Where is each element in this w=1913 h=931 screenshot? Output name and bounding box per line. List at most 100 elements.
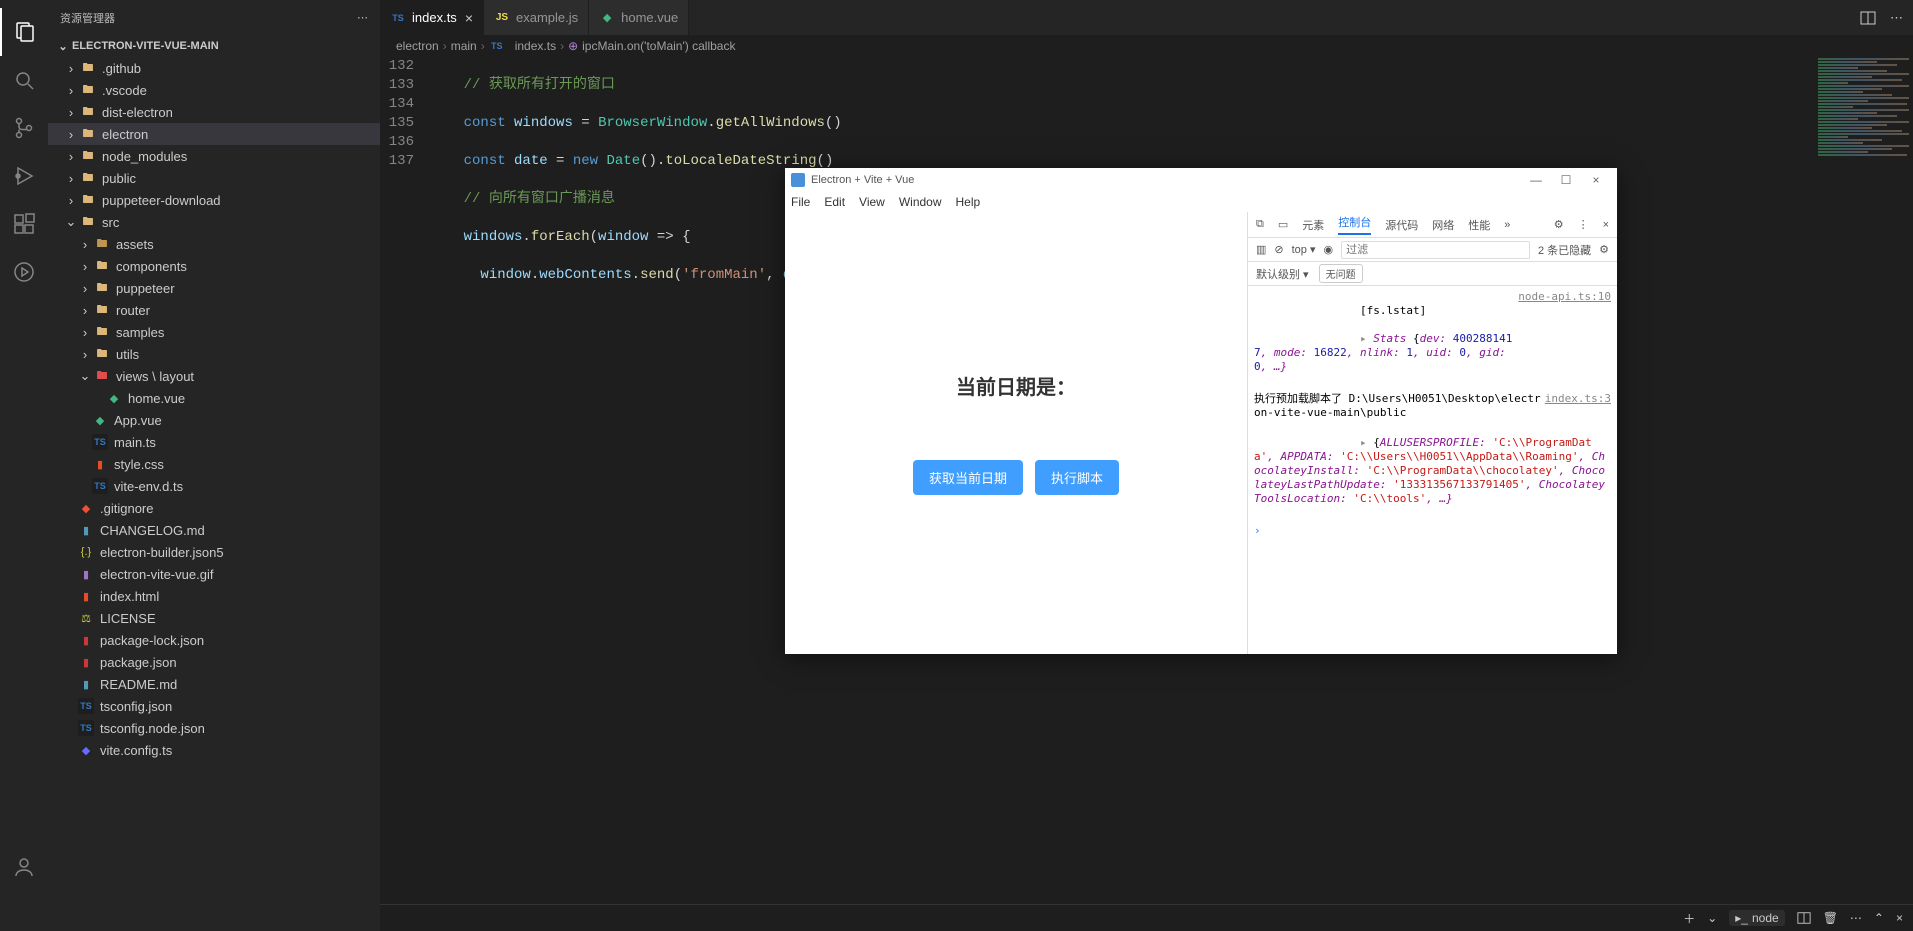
menu-view[interactable]: View	[859, 195, 885, 209]
file-tsconfig[interactable]: TStsconfig.json	[48, 695, 380, 717]
app-heading: 当前日期是：	[956, 371, 1076, 400]
project-name[interactable]: ⌄ELECTRON-VITE-VUE-MAIN	[48, 35, 380, 57]
file-home-vue[interactable]: ◆home.vue	[48, 387, 380, 409]
maximize-icon[interactable]: ⌃	[1874, 911, 1884, 925]
devtools-more-tabs-icon[interactable]: »	[1504, 219, 1510, 231]
search-icon[interactable]	[0, 56, 48, 104]
menu-edit[interactable]: Edit	[824, 195, 845, 209]
menu-file[interactable]: File	[791, 195, 810, 209]
file-changelog[interactable]: ▮CHANGELOG.md	[48, 519, 380, 541]
electron-app-window: Electron + Vite + Vue — ☐ × File Edit Vi…	[785, 168, 1617, 654]
file-vite-vue-gif[interactable]: ▮electron-vite-vue.gif	[48, 563, 380, 585]
log-level-selector[interactable]: 默认级别 ▾	[1256, 266, 1309, 282]
close-icon[interactable]: ×	[1581, 173, 1611, 187]
devtools-tab-sources[interactable]: 源代码	[1385, 217, 1418, 233]
folder-assets[interactable]: ›🖿assets	[48, 233, 380, 255]
file-package-json[interactable]: ▮package.json	[48, 651, 380, 673]
folder-puppeteer[interactable]: ›🖿puppeteer	[48, 277, 380, 299]
folder-components[interactable]: ›🖿components	[48, 255, 380, 277]
console-output[interactable]: [fs.lstat] ▸ Stats {dev: 4002881417, mod…	[1248, 286, 1617, 654]
context-selector[interactable]: top ▾	[1292, 243, 1316, 256]
more-icon[interactable]: ⋯	[1890, 10, 1903, 26]
account-icon[interactable]	[0, 843, 48, 891]
source-link[interactable]: node-api.ts:10	[1518, 290, 1611, 388]
new-terminal-icon[interactable]: ＋	[1683, 910, 1695, 927]
devtools-tab-console[interactable]: 控制台	[1338, 214, 1371, 235]
devtools-menu-icon[interactable]: ⋮	[1578, 218, 1589, 231]
minimize-icon[interactable]: —	[1521, 173, 1551, 187]
folder-views-layout[interactable]: ⌄🖿views \ layout	[48, 365, 380, 387]
folder-samples[interactable]: ›🖿samples	[48, 321, 380, 343]
folder-puppeteer-download[interactable]: ›🖿puppeteer-download	[48, 189, 380, 211]
sidebar-toggle-icon[interactable]: ▥	[1256, 243, 1266, 256]
split-terminal-icon[interactable]	[1797, 911, 1811, 925]
breadcrumb[interactable]: electron› main› TSindex.ts› ⊕ ipcMain.on…	[380, 35, 1913, 57]
source-control-icon[interactable]	[0, 104, 48, 152]
file-style-css[interactable]: ▮style.css	[48, 453, 380, 475]
explorer-icon[interactable]	[0, 8, 48, 56]
split-editor-icon[interactable]	[1860, 10, 1876, 26]
app-icon	[791, 173, 805, 187]
app-titlebar[interactable]: Electron + Vite + Vue — ☐ ×	[785, 168, 1617, 192]
file-index-html[interactable]: ▮index.html	[48, 585, 380, 607]
settings-gear-icon[interactable]	[0, 891, 48, 931]
file-builder-json5[interactable]: {.}electron-builder.json5	[48, 541, 380, 563]
file-main-ts[interactable]: TSmain.ts	[48, 431, 380, 453]
sidebar-more-icon[interactable]: ⋯	[357, 11, 368, 24]
minimap[interactable]	[1813, 57, 1913, 432]
folder-dist-electron[interactable]: ›🖿dist-electron	[48, 101, 380, 123]
sidebar: 资源管理器 ⋯ ⌄ELECTRON-VITE-VUE-MAIN ›🖿.githu…	[48, 0, 380, 931]
device-icon[interactable]: ▭	[1278, 218, 1288, 231]
file-tsconfig-node[interactable]: TStsconfig.node.json	[48, 717, 380, 739]
menu-window[interactable]: Window	[899, 195, 942, 209]
file-package-lock[interactable]: ▮package-lock.json	[48, 629, 380, 651]
terminal-label[interactable]: ▸_node	[1729, 910, 1784, 926]
folder-src[interactable]: ⌄🖿src	[48, 211, 380, 233]
folder-github[interactable]: ›🖿.github	[48, 57, 380, 79]
close-panel-icon[interactable]: ×	[1896, 911, 1903, 925]
file-app-vue[interactable]: ◆App.vue	[48, 409, 380, 431]
extra-icon[interactable]	[0, 248, 48, 296]
console-filter-input[interactable]	[1341, 241, 1530, 259]
hidden-messages[interactable]: 2 条已隐藏	[1538, 242, 1591, 258]
get-date-button[interactable]: 获取当前日期	[913, 460, 1023, 495]
devtools-settings-icon[interactable]: ⚙	[1554, 218, 1564, 231]
source-link[interactable]: index.ts:3	[1545, 392, 1611, 420]
tab-home-vue[interactable]: ◆ home.vue	[589, 0, 689, 35]
clear-console-icon[interactable]: ⊘	[1274, 243, 1283, 256]
devtools-tab-elements[interactable]: 元素	[1302, 217, 1324, 233]
tab-example-js[interactable]: JS example.js	[484, 0, 589, 35]
console-prompt-icon[interactable]: ›	[1254, 524, 1611, 538]
file-vite-config[interactable]: ◆vite.config.ts	[48, 739, 380, 761]
folder-electron[interactable]: ›🖿electron	[48, 123, 380, 145]
trash-icon[interactable]: 🗑	[1823, 911, 1838, 925]
run-debug-icon[interactable]	[0, 152, 48, 200]
devtools-tab-network[interactable]: 网络	[1432, 217, 1454, 233]
devtools-close-icon[interactable]: ×	[1603, 219, 1609, 231]
folder-public[interactable]: ›🖿public	[48, 167, 380, 189]
activity-bar	[0, 0, 48, 931]
devtools-tab-performance[interactable]: 性能	[1468, 217, 1490, 233]
console-settings-icon[interactable]: ⚙	[1599, 243, 1609, 256]
extensions-icon[interactable]	[0, 200, 48, 248]
more-icon[interactable]: ⋯	[1850, 911, 1862, 925]
devtools: ⧉ ▭ 元素 控制台 源代码 网络 性能 » ⚙ ⋮ × ▥	[1247, 212, 1617, 654]
live-expression-icon[interactable]: ◉	[1324, 243, 1334, 256]
file-license[interactable]: ⚖LICENSE	[48, 607, 380, 629]
terminal-dropdown-icon[interactable]: ⌄	[1707, 911, 1717, 925]
folder-utils[interactable]: ›🖿utils	[48, 343, 380, 365]
folder-node-modules[interactable]: ›🖿node_modules	[48, 145, 380, 167]
folder-router[interactable]: ›🖿router	[48, 299, 380, 321]
close-icon[interactable]: ×	[465, 10, 473, 26]
app-title: Electron + Vite + Vue	[811, 174, 914, 186]
tab-index-ts[interactable]: TS index.ts ×	[380, 0, 484, 35]
file-vite-env[interactable]: TSvite-env.d.ts	[48, 475, 380, 497]
file-readme[interactable]: ▮README.md	[48, 673, 380, 695]
run-script-button[interactable]: 执行脚本	[1035, 460, 1119, 495]
inspect-icon[interactable]: ⧉	[1256, 218, 1264, 231]
issues-pill[interactable]: 无问题	[1319, 264, 1363, 283]
file-gitignore[interactable]: ◆.gitignore	[48, 497, 380, 519]
menu-help[interactable]: Help	[956, 195, 981, 209]
maximize-icon[interactable]: ☐	[1551, 173, 1581, 187]
folder-vscode[interactable]: ›🖿.vscode	[48, 79, 380, 101]
